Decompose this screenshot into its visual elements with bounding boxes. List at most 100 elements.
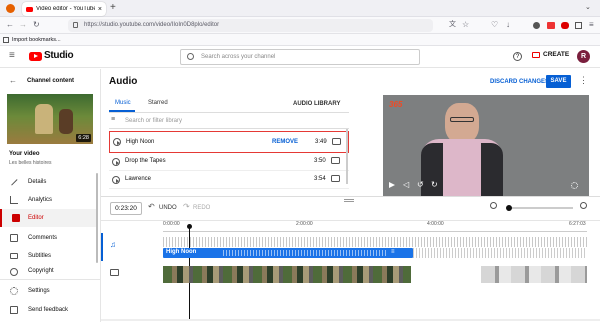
track-list-scrollbar[interactable] [346,129,348,184]
sidebar-item-subtitles[interactable]: Subtitles [0,247,98,265]
settings-icon[interactable] [571,182,578,189]
menu-icon[interactable]: ≡ [589,20,594,30]
browser-tab[interactable]: Video editor - YouTube Studio × [22,2,106,16]
extension-icon[interactable] [561,22,569,29]
track-duration: 3:50 [314,158,326,164]
zoom-in-icon[interactable] [580,202,587,209]
sidebar-item-label: Analytics [28,197,53,203]
timecode-field[interactable]: 0:23:20 [110,202,142,215]
sidebar-item-label: Comments [28,235,58,241]
playhead-knob[interactable] [187,224,192,229]
tab-starred[interactable]: Starred [148,100,168,106]
forward-icon[interactable]: ↻ [431,180,438,189]
sidebar-item-analytics[interactable]: Analytics [0,191,98,209]
translate-icon[interactable]: 文 [449,20,456,30]
sidebar-item-settings[interactable]: Settings [0,282,98,300]
youtube-favicon-icon [26,6,33,12]
page-title: Audio [109,76,138,87]
comments-icon [10,234,18,242]
save-button[interactable]: SAVE [546,75,571,88]
zoom-slider-thumb[interactable] [506,205,512,211]
audio-library-link[interactable]: AUDIO LIBRARY [293,101,340,107]
time-tick-label: 6:27:03 [569,221,586,227]
audio-waveform-tail [413,248,587,258]
browser-tab-bar: Video editor - YouTube Studio × + ⌄ [0,0,600,17]
play-triangle-icon [34,54,38,58]
add-track-icon[interactable] [331,175,340,182]
back-arrow-icon[interactable]: ← [6,20,14,30]
track-row[interactable]: High Noon REMOVE 3:49 [109,131,349,153]
extension-icon[interactable] [575,22,582,29]
timeline-drag-handle[interactable] [344,199,354,202]
downloads-icon[interactable]: ↓ [506,20,510,30]
play-icon[interactable] [113,138,121,146]
pencil-icon [10,178,18,186]
help-icon[interactable]: ? [513,52,522,61]
rewind-icon[interactable]: ↺ [417,180,424,189]
hamburger-menu-icon[interactable]: ≡ [9,51,15,61]
zoom-slider[interactable] [506,205,573,211]
import-bookmarks-link[interactable]: Import bookmarks... [12,37,61,43]
create-button[interactable]: CREATE [532,51,569,58]
sidebar-item-comments[interactable]: Comments [0,229,98,247]
main-content: Audio DISCARD CHANGES SAVE ⋮ Music Starr… [101,69,600,322]
redo-button[interactable]: REDO [193,205,210,211]
sidebar-item-details[interactable]: Details [0,173,98,191]
volume-icon[interactable]: ◁ [403,180,409,189]
firefox-menu-icon[interactable] [6,4,15,13]
sidebar-divider [0,279,100,280]
track-duration: 3:49 [315,139,327,145]
audio-clip[interactable]: High Noon ≡ [163,248,413,258]
play-icon[interactable] [112,158,120,166]
search-input[interactable]: Search across your channel [180,49,420,65]
video-thumbnail[interactable]: 6:28 [7,94,93,144]
extension-icon[interactable] [533,22,540,29]
sidebar-item-send-feedback[interactable]: Send feedback [0,301,98,319]
timeline-scrollbar[interactable] [101,319,600,321]
tab-music[interactable]: Music [115,100,131,106]
add-track-icon[interactable] [332,138,341,145]
track-duration: 3:54 [314,176,326,182]
music-note-icon: ♫ [110,240,116,249]
redo-icon[interactable]: ↷ [183,202,190,211]
sidebar-item-editor[interactable]: Editor [0,209,98,227]
channel-content-link[interactable]: Channel content [27,78,74,84]
zoom-out-icon[interactable] [490,202,497,209]
sidebar-item-copyright[interactable]: Copyright [0,265,98,277]
remove-track-button[interactable]: REMOVE [272,139,298,145]
sidebar-scrollbar[interactable] [96,173,98,263]
avatar[interactable]: R [577,50,590,63]
tab-title: Video editor - YouTube Studio [36,6,95,12]
pocket-icon[interactable]: ♡ [491,20,498,30]
studio-logo-text[interactable]: Studio [44,50,74,61]
reload-icon[interactable]: ↻ [33,20,40,30]
video-preview[interactable]: 365 ◁ ↺ ↻ [383,95,589,196]
track-row[interactable]: Drop the Tapes 3:50 [109,153,349,171]
filter-icon[interactable]: ≡ [111,116,115,123]
bookmark-star-icon[interactable]: ☆ [462,20,469,30]
add-track-icon[interactable] [331,157,340,164]
video-name: Les belles histoires [9,160,52,166]
forward-arrow-icon[interactable]: → [19,20,27,30]
time-tick-label: 0:00:00 [163,221,180,227]
discard-changes-button[interactable]: DISCARD CHANGES [490,79,549,85]
audio-clip-handle-icon[interactable]: ≡ [391,249,395,255]
presenter-glasses [450,117,474,122]
play-icon[interactable] [389,182,395,188]
more-options-icon[interactable]: ⋮ [579,75,588,86]
filter-input[interactable]: Search or filter library [125,118,182,124]
close-tab-icon[interactable]: × [98,6,102,13]
address-bar[interactable]: https://studio.youtube.com/video/IIoIn0D… [68,19,433,32]
track-row[interactable]: Lawrence 3:54 [109,171,349,189]
undo-icon[interactable]: ↶ [148,202,155,211]
new-tab-button[interactable]: + [110,2,116,13]
track-name: High Noon [126,139,155,145]
audio-track-indicator [101,233,103,261]
play-icon[interactable] [112,176,120,184]
gear-icon [10,287,18,295]
sidebar-item-label: Settings [28,288,50,294]
extension-icon[interactable] [547,22,555,29]
undo-button[interactable]: UNDO [159,205,177,211]
back-arrow-icon[interactable]: ← [9,76,17,85]
tab-list-icon[interactable]: ⌄ [585,3,591,11]
